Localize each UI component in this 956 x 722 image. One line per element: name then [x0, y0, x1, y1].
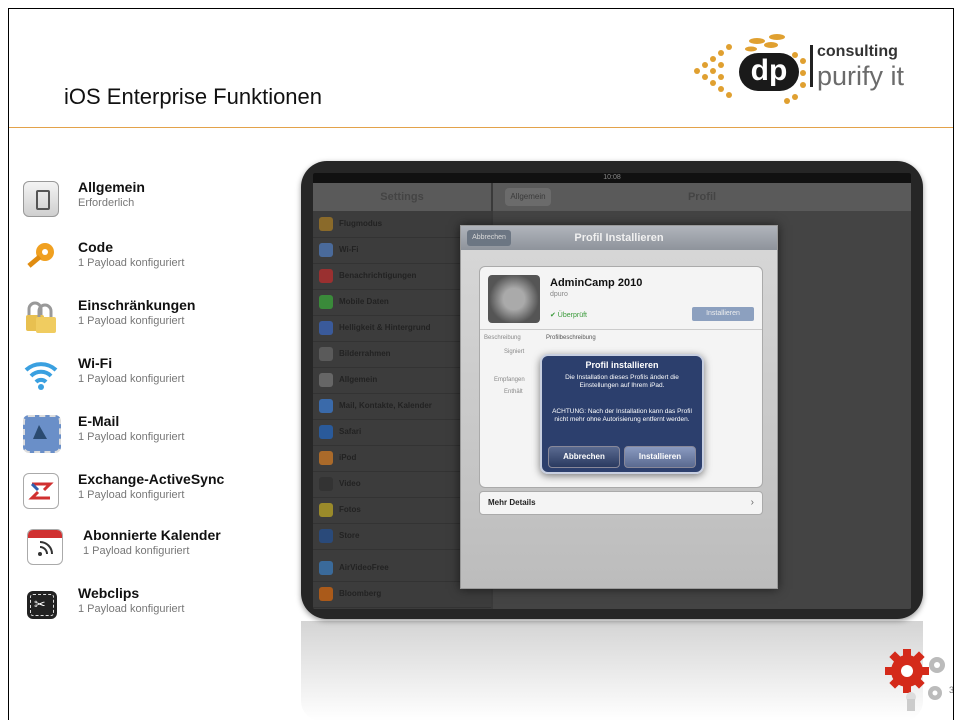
calendar-feed-icon — [27, 529, 63, 565]
back-button[interactable]: Allgemein — [505, 188, 551, 206]
alert-title: Profil installieren — [585, 360, 659, 370]
payload-title: Allgemein — [78, 179, 145, 195]
payload-title: Exchange-ActiveSync — [78, 471, 225, 487]
payload-subtitle: 1 Payload konfiguriert — [78, 489, 185, 501]
logo-line2: purify it — [817, 61, 905, 91]
gears-icon — [881, 641, 951, 711]
payload-subtitle: 1 Payload konfiguriert — [78, 257, 185, 269]
profile-name: AdminCamp 2010 — [550, 277, 643, 289]
payload-title: E-Mail — [78, 413, 120, 429]
payload-subtitle: 1 Payload konfiguriert — [78, 603, 185, 615]
payload-title: Webclips — [78, 585, 140, 601]
payload-item-exchange[interactable]: Exchange-ActiveSync 1 Payload konfigurie… — [23, 471, 293, 521]
payload-item-allgemein[interactable]: Allgemein Erforderlich — [23, 179, 293, 229]
logo-divider — [810, 45, 813, 87]
payload-item-calendar[interactable]: Abonnierte Kalender 1 Payload konfigurie… — [23, 527, 293, 577]
logo-mark: dp — [739, 53, 799, 91]
alert-install-button[interactable]: Installieren — [624, 446, 696, 468]
payload-subtitle: 1 Payload konfiguriert — [78, 373, 185, 385]
chevron-right-icon: › — [750, 497, 754, 508]
profile-gear-icon — [488, 275, 540, 323]
more-details-label: Mehr Details — [488, 498, 536, 507]
logo-line1: consulting — [817, 43, 898, 60]
ipad-screenshot: 10:08 Settings Profil Allgemein Flugmodu… — [301, 161, 923, 619]
payload-title: Einschränkungen — [78, 297, 196, 313]
payload-title: Abonnierte Kalender — [83, 527, 221, 543]
status-bar: 10:08 — [313, 173, 911, 183]
payload-item-restrictions[interactable]: Einschränkungen 1 Payload konfiguriert — [23, 297, 293, 347]
settings-nav-title: Settings — [313, 183, 491, 211]
exchange-icon — [23, 473, 59, 509]
profile-nav-title: Profil — [687, 191, 717, 203]
install-profile-dialog: Profil Installieren Abbrechen AdminCamp … — [460, 225, 778, 589]
alert-warning: ACHTUNG: Nach der Installation kann das … — [552, 408, 692, 423]
payload-subtitle: 1 Payload konfiguriert — [78, 315, 185, 327]
more-details-row[interactable]: Mehr Details › — [479, 491, 763, 515]
ipad-screen: 10:08 Settings Profil Allgemein Flugmodu… — [313, 173, 911, 609]
slide-title: iOS Enterprise Funktionen — [64, 84, 323, 109]
payload-item-code[interactable]: Code 1 Payload konfiguriert — [23, 239, 293, 289]
payload-item-wifi[interactable]: Wi-Fi 1 Payload konfiguriert — [23, 355, 293, 405]
detail-label: Signiert — [504, 349, 525, 355]
payload-item-email[interactable]: E-Mail 1 Payload konfiguriert — [23, 413, 293, 463]
detail-label: Beschreibung — [484, 335, 521, 341]
confirm-install-alert: Profil installieren Die Installation die… — [540, 354, 704, 474]
detail-label: Empfangen — [494, 377, 525, 383]
company-logo: dp consulting purify it — [687, 31, 947, 111]
payload-title: Wi-Fi — [78, 355, 113, 371]
slide-frame: iOS Enterprise Funktionen dp consulting … — [8, 8, 954, 720]
dialog-cancel-button[interactable]: Abbrechen — [467, 230, 511, 246]
detail-value: Profilbeschreibung — [546, 335, 596, 341]
install-button[interactable]: Installieren — [692, 307, 754, 321]
scissors-icon: ✂ — [27, 591, 57, 619]
padlock-icon — [23, 299, 57, 333]
key-icon — [23, 241, 57, 275]
payload-subtitle: Erforderlich — [78, 197, 135, 209]
alert-cancel-button[interactable]: Abbrechen — [548, 446, 620, 468]
detail-label: Enthält — [504, 389, 523, 395]
profile-subtitle: dpuro — [550, 291, 568, 298]
payload-item-webclips[interactable]: ✂ Webclips 1 Payload konfiguriert — [23, 585, 293, 635]
payload-title: Code — [78, 239, 113, 255]
wifi-icon — [23, 357, 58, 391]
verified-badge: ✔ Überprüft — [550, 312, 587, 319]
payload-subtitle: 1 Payload konfiguriert — [83, 545, 190, 557]
dialog-titlebar: Profil Installieren Abbrechen — [461, 226, 777, 250]
alert-message: Die Installation dieses Profils ändert d… — [565, 374, 679, 389]
settings-switch-icon — [23, 181, 59, 217]
title-divider — [9, 127, 953, 128]
mail-stamp-icon — [23, 415, 61, 453]
ipad-reflection — [301, 621, 923, 720]
payload-subtitle: 1 Payload konfiguriert — [78, 431, 185, 443]
page-number: 30 — [949, 685, 954, 695]
profile-nav-bar: Profil Allgemein — [493, 183, 911, 211]
